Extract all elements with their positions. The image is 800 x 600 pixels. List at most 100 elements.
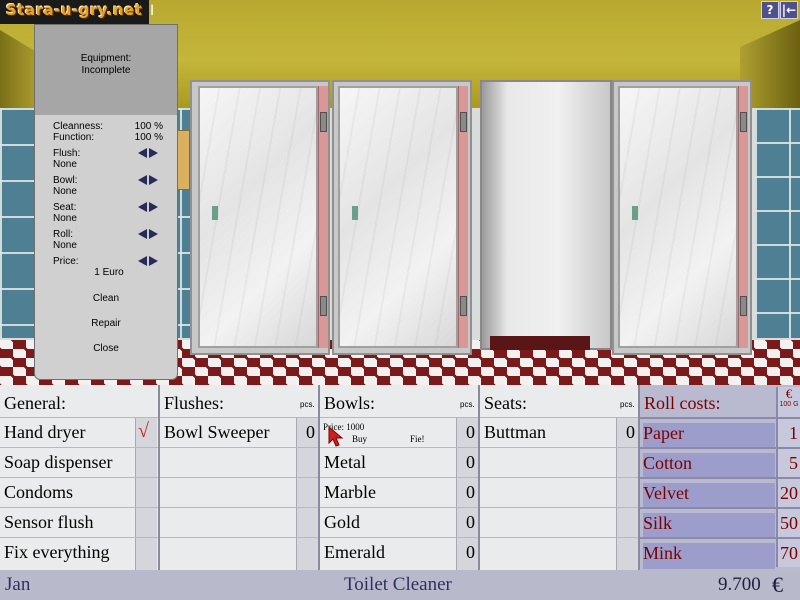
flush-value: None [53, 159, 77, 170]
bowl-item-count: 0 [466, 422, 475, 442]
seat-slot-empty [480, 447, 638, 477]
arrow-right-icon[interactable] [149, 148, 158, 158]
bowl-item-marble[interactable]: Marble 0 [320, 477, 478, 507]
stall-2-hinge-bottom [460, 296, 467, 316]
bowl-item-count: 0 [466, 482, 475, 502]
wall-tiles-right [755, 108, 800, 338]
roll-costs-column: Roll costs: € 100 G Paper 1 Cotton 5 Vel… [640, 385, 800, 570]
stall-3-open[interactable] [480, 80, 612, 350]
money-value: 9.700 [718, 574, 761, 595]
currency-amount: 100 G [779, 401, 799, 408]
roll-item-cotton[interactable]: Cotton 5 [640, 447, 800, 479]
general-header: General: [4, 393, 66, 413]
repair-button[interactable]: Repair [35, 318, 177, 329]
general-item-label: Sensor flush [4, 512, 94, 532]
general-item-condoms[interactable]: Condoms [0, 477, 158, 507]
logo-text: Stara-u-gry.net [6, 1, 143, 19]
rank-label: Toilet Cleaner [344, 574, 452, 595]
roll-item-label: Silk [643, 513, 775, 539]
cleanness-row: Cleanness: 100 % [53, 121, 163, 132]
bowls-pcs-label: pcs. [460, 400, 475, 409]
price-arrows[interactable] [138, 256, 160, 266]
general-item-hand-dryer[interactable]: Hand dryer √ [0, 417, 158, 447]
price-value: 1 Euro [94, 267, 124, 278]
stall-info-panel: Equipment: Incomplete Cleanness: 100 % F… [34, 24, 178, 380]
bowl-item-label: Gold [324, 512, 360, 532]
shop-panel: General: Hand dryer √ Soap dispenser Con… [0, 385, 800, 570]
arrow-left-icon[interactable] [138, 148, 147, 158]
stall-2-hinge-top [460, 112, 467, 132]
flush-slot-empty [160, 477, 318, 507]
flush-item-count: 0 [306, 422, 315, 442]
roll-item-label: Velvet [643, 483, 775, 509]
bowl-item-count: 0 [466, 512, 475, 532]
bowl-item-basic[interactable]: Price: 1000 Buy Fie! 0 [320, 417, 478, 447]
status-bar: Jan Toilet Cleaner 9.700 € [0, 570, 800, 600]
flushes-column: Flushes: pcs. Bowl Sweeper 0 [160, 385, 320, 570]
flush-item-label: Bowl Sweeper [164, 422, 270, 442]
arrow-right-icon[interactable] [149, 175, 158, 185]
euro-icon: € [772, 572, 783, 597]
seat-slot-empty [480, 507, 638, 537]
arrow-left-icon[interactable] [138, 202, 147, 212]
close-button[interactable]: Close [35, 343, 177, 354]
arrow-right-icon[interactable] [149, 229, 158, 239]
roll-arrows[interactable] [138, 229, 160, 239]
equipment-value: Incomplete [81, 65, 131, 76]
bowl-fie-button[interactable]: Fie! [410, 434, 425, 444]
seats-header: Seats: [484, 393, 527, 413]
flush-arrows[interactable] [138, 148, 160, 158]
general-item-sensor-flush[interactable]: Sensor flush [0, 507, 158, 537]
roll-item-cost: 70 [776, 539, 800, 567]
seat-slot-empty [480, 537, 638, 567]
flush-item-bowl-sweeper[interactable]: Bowl Sweeper 0 [160, 417, 318, 447]
arrow-right-icon[interactable] [149, 202, 158, 212]
arrow-left-icon[interactable] [138, 229, 147, 239]
help-button[interactable]: ? [761, 1, 779, 19]
cleanness-value: 100 % [134, 121, 163, 132]
exit-button[interactable]: |← [780, 1, 798, 19]
function-row: Function: 100 % [53, 132, 163, 143]
roll-item-label: Cotton [643, 453, 775, 479]
bowl-arrows[interactable] [138, 175, 160, 185]
seat-arrows[interactable] [138, 202, 160, 212]
bowl-item-label: Marble [324, 482, 376, 502]
arrow-left-icon[interactable] [138, 256, 147, 266]
roll-item-label: Paper [643, 423, 775, 449]
bowls-header: Bowls: [324, 393, 376, 413]
bowl-item-emerald[interactable]: Emerald 0 [320, 537, 478, 567]
bowl-value: None [53, 186, 77, 197]
bowl-buy-button[interactable]: Buy [352, 434, 367, 444]
roll-item-velvet[interactable]: Velvet 20 [640, 477, 800, 509]
bowl-item-count: 0 [466, 542, 475, 562]
arrow-right-icon[interactable] [149, 256, 158, 266]
stall-1-hinge-top [320, 112, 327, 132]
bowl-item-gold[interactable]: Gold 0 [320, 507, 478, 537]
roll-item-mink[interactable]: Mink 70 [640, 537, 800, 569]
roll-item-cost: 5 [776, 449, 800, 477]
general-item-label: Condoms [4, 482, 74, 502]
flush-slot-empty [160, 537, 318, 567]
equipment-status: Equipment: Incomplete [35, 25, 177, 115]
bowls-column: Bowls: pcs. Price: 1000 Buy Fie! 0 Metal… [320, 385, 480, 570]
clean-button[interactable]: Clean [35, 293, 177, 304]
roll-item-cost: 1 [776, 419, 800, 447]
arrow-left-icon[interactable] [138, 175, 147, 185]
seat-item-count: 0 [626, 422, 635, 442]
bowl-item-metal[interactable]: Metal 0 [320, 447, 478, 477]
roll-item-paper[interactable]: Paper 1 [640, 417, 800, 449]
seat-item-buttman[interactable]: Buttman 0 [480, 417, 638, 447]
general-item-soap-dispenser[interactable]: Soap dispenser [0, 447, 158, 477]
cleanness-label: Cleanness: [53, 121, 104, 132]
general-item-label: Soap dispenser [4, 452, 113, 472]
general-item-fix-everything[interactable]: Fix everything [0, 537, 158, 567]
euro-icon: € [785, 386, 793, 401]
roll-item-label: Mink [643, 543, 775, 569]
roll-item-silk[interactable]: Silk 50 [640, 507, 800, 539]
flushes-header: Flushes: [164, 393, 225, 413]
logo-tail: I [150, 3, 155, 19]
stall-1-hinge-bottom [320, 296, 327, 316]
bowl-item-label: Metal [324, 452, 366, 472]
currency-box: € 100 G [776, 387, 800, 417]
seats-pcs-label: pcs. [620, 400, 635, 409]
